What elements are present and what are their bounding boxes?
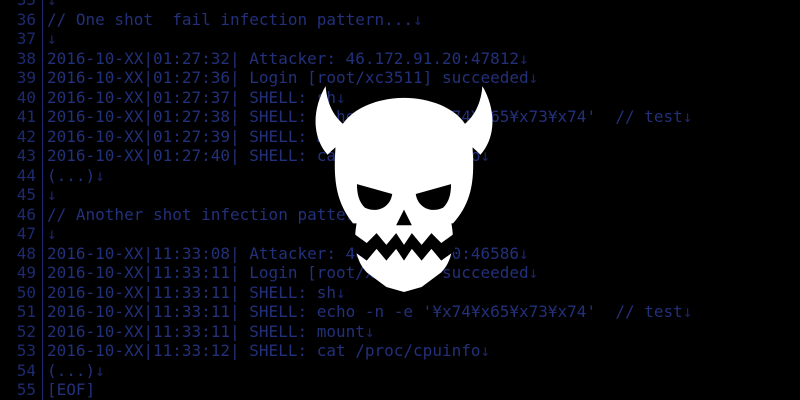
eol-mark: ↓ bbox=[413, 9, 423, 29]
devil-skull-icon bbox=[315, 86, 493, 292]
line-number: 42 bbox=[16, 126, 36, 146]
line-number: 53 bbox=[16, 341, 36, 360]
gutter-divider bbox=[36, 126, 43, 146]
gutter-divider bbox=[36, 48, 43, 68]
gutter-divider bbox=[36, 68, 43, 88]
line-number: 50 bbox=[16, 282, 36, 302]
code-line: 37 ↓ bbox=[0, 29, 800, 49]
eol-mark: ↓ bbox=[480, 341, 491, 360]
line-number: 45 bbox=[16, 185, 36, 204]
line-number: 39 bbox=[16, 68, 36, 87]
eol-mark: ↓ bbox=[682, 107, 693, 126]
eol-mark: ↓ bbox=[95, 165, 105, 185]
eol-mark: ↓ bbox=[682, 302, 693, 321]
line-number: 38 bbox=[16, 48, 36, 68]
eol-mark: ↓ bbox=[95, 360, 105, 380]
line-text: 2016-10-XX|01:27:32| Attacker: 46.172.91… bbox=[47, 48, 520, 68]
code-line: 35 ↓ bbox=[0, 0, 800, 10]
line-text: // One shot fail infection pattern... bbox=[47, 9, 414, 29]
gutter-divider bbox=[36, 282, 43, 302]
gutter-divider bbox=[36, 9, 43, 29]
line-text: 2016-10-XX|01:27:36| Login [root/xc3511]… bbox=[47, 68, 529, 87]
line-number: 41 bbox=[16, 107, 36, 126]
eol-mark: ↓ bbox=[519, 48, 529, 68]
line-number: 51 bbox=[16, 302, 36, 321]
eol-mark: ↓ bbox=[47, 185, 57, 204]
code-line: 36 // One shot fail infection pattern...↓ bbox=[0, 9, 800, 29]
gutter-divider bbox=[36, 302, 43, 322]
eol-mark: ↓ bbox=[47, 224, 57, 243]
gutter-divider bbox=[36, 29, 43, 49]
gutter-divider bbox=[36, 87, 43, 107]
line-text: 2016-10-XX|11:33:11| SHELL: echo -n -e '… bbox=[47, 302, 683, 321]
gutter-divider bbox=[36, 380, 43, 400]
line-number: 44 bbox=[16, 165, 36, 185]
line-text: 2016-10-XX|11:33:11| SHELL: sh bbox=[47, 282, 336, 302]
line-number: 36 bbox=[16, 9, 36, 29]
gutter-divider bbox=[36, 321, 43, 341]
line-number: 46 bbox=[16, 204, 36, 224]
gutter-divider bbox=[36, 165, 43, 185]
line-text: [EOF] bbox=[47, 380, 96, 399]
code-line: 51 2016-10-XX|11:33:11| SHELL: echo -n -e… bbox=[0, 302, 800, 322]
line-number: 52 bbox=[16, 321, 36, 341]
line-number: 54 bbox=[16, 360, 36, 380]
line-text: 2016-10-XX|11:33:11| SHELL: mount bbox=[47, 321, 365, 341]
eol-mark: ↓ bbox=[528, 68, 539, 87]
gutter-divider bbox=[36, 224, 43, 244]
line-number: 40 bbox=[16, 87, 36, 107]
gutter-divider bbox=[36, 146, 43, 166]
line-text: (...) bbox=[47, 360, 96, 380]
gutter-divider bbox=[36, 341, 43, 361]
gutter-divider bbox=[36, 107, 43, 127]
gutter-divider bbox=[36, 0, 43, 10]
line-number: 49 bbox=[16, 263, 36, 282]
line-number: 37 bbox=[16, 29, 36, 48]
code-line: 39 2016-10-XX|01:27:36| Login [root/xc351… bbox=[0, 68, 800, 88]
eol-mark: ↓ bbox=[519, 243, 529, 263]
gutter-divider bbox=[36, 243, 43, 263]
code-line: 54 (...)↓ bbox=[0, 360, 800, 380]
code-line: 55 [EOF] bbox=[0, 380, 800, 400]
gutter-divider bbox=[36, 185, 43, 205]
code-line: 53 2016-10-XX|11:33:12| SHELL: cat /proc/… bbox=[0, 341, 800, 361]
gutter-divider bbox=[36, 360, 43, 380]
eol-mark: ↓ bbox=[47, 0, 57, 9]
line-text: 2016-10-XX|11:33:12| SHELL: cat /proc/cp… bbox=[47, 341, 481, 360]
eol-mark: ↓ bbox=[528, 263, 539, 282]
line-text: 2016-10-XX|01:27:37| SHELL: sh bbox=[47, 87, 336, 107]
gutter-divider bbox=[36, 263, 43, 283]
log-screenshot: 35 ↓ 36 // One shot fail infection pattern.… bbox=[0, 0, 800, 400]
eol-mark: ↓ bbox=[364, 321, 375, 341]
line-number: 55 bbox=[16, 380, 36, 399]
line-number: 43 bbox=[16, 146, 36, 165]
code-line: 38 2016-10-XX|01:27:32| Attacker: 46.172.… bbox=[0, 48, 800, 68]
line-number: 47 bbox=[16, 224, 36, 243]
line-number: 48 bbox=[16, 243, 36, 263]
eol-mark: ↓ bbox=[47, 29, 57, 48]
code-line: 52 2016-10-XX|11:33:11| SHELL: mount↓ bbox=[0, 321, 800, 341]
line-number: 35 bbox=[0, 0, 36, 10]
gutter-divider bbox=[36, 204, 43, 224]
line-text: (...) bbox=[47, 165, 96, 185]
